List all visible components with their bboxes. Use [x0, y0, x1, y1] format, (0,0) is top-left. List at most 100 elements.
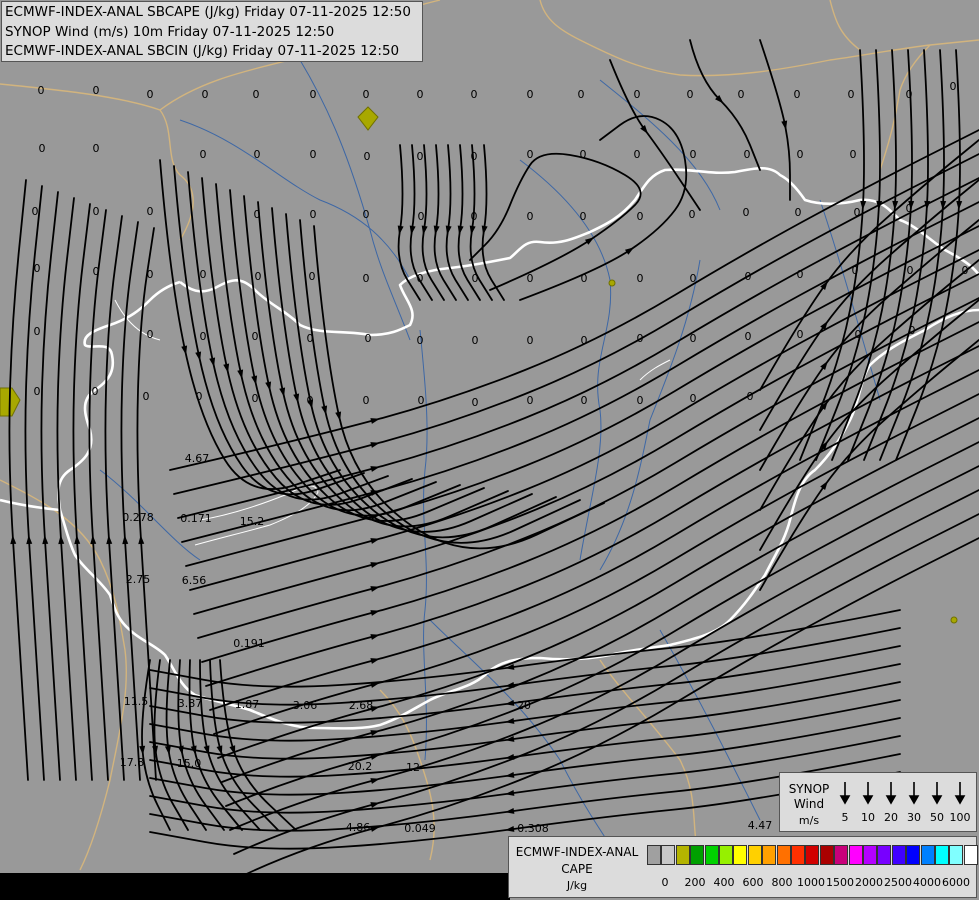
- cin-value-label: 0: [93, 84, 100, 97]
- cin-value-label: 0: [34, 325, 41, 338]
- cin-value-label: 0: [200, 148, 207, 161]
- cin-value-label: 0: [906, 88, 913, 101]
- cin-value-label: 0: [527, 210, 534, 223]
- cin-value-label: 0: [417, 272, 424, 285]
- cin-value-label: 0: [689, 208, 696, 221]
- cin-value-label: 0: [417, 150, 424, 163]
- cin-value-label: 0: [147, 268, 154, 281]
- cin-value-label: 0: [852, 264, 859, 277]
- cape-color-swatch: [891, 845, 906, 865]
- cin-value-label: 0: [418, 210, 425, 223]
- cin-value-label: 3.06: [293, 699, 318, 712]
- cin-value-label: 0: [309, 270, 316, 283]
- cin-value-label: 0: [364, 150, 371, 163]
- cin-value-label: 0: [797, 148, 804, 161]
- cape-color-swatch: [675, 845, 690, 865]
- cin-value-label: 0: [797, 268, 804, 281]
- cin-value-label: 6.56: [182, 574, 207, 587]
- cin-value-label: 0: [310, 148, 317, 161]
- cin-value-label: 0: [580, 210, 587, 223]
- cin-value-label: 0: [854, 206, 861, 219]
- cin-value-label: 0: [637, 332, 644, 345]
- cin-value-label: 17.8: [120, 756, 145, 769]
- cin-value-label: 0: [634, 148, 641, 161]
- cin-value-label: 0: [850, 148, 857, 161]
- synop-speed-label: 100: [949, 811, 971, 824]
- cin-value-label: 0: [472, 396, 479, 409]
- cape-color-swatch: [834, 845, 849, 865]
- cin-value-label: 0: [794, 88, 801, 101]
- cin-value-label: 15.0: [177, 757, 202, 770]
- cin-value-label: 0: [255, 270, 262, 283]
- cin-value-label: 0: [527, 272, 534, 285]
- synop-speed-label: 20: [884, 811, 898, 824]
- cape-legend: ECMWF-INDEX-ANAL CAPE J/kg 0 200 400 600 800…: [508, 836, 978, 898]
- cin-value-label: 0.191: [233, 637, 265, 650]
- cape-tick-label: 6000: [942, 876, 970, 889]
- cin-value-label: 0: [252, 392, 259, 405]
- cin-value-label: 11.5: [124, 695, 149, 708]
- cin-value-label: 0: [200, 268, 207, 281]
- cape-color-swatch: [791, 845, 805, 865]
- cin-value-label: 0: [147, 328, 154, 341]
- title-line-sbcin: ECMWF-INDEX-ANAL SBCIN (J/kg) Friday 07-…: [5, 43, 400, 59]
- title-box: ECMWF-INDEX-ANAL SBCAPE (J/kg) Friday 07…: [1, 1, 423, 62]
- cin-value-label: 0: [147, 88, 154, 101]
- cape-color-swatch: [733, 845, 748, 865]
- cin-value-label: 3.87: [178, 697, 203, 710]
- cape-color-swatch: [747, 845, 762, 865]
- cin-value-label: 0: [363, 272, 370, 285]
- cin-value-label: 0: [690, 272, 697, 285]
- cin-value-label: 0: [92, 385, 99, 398]
- cin-value-label: 4.47: [748, 819, 773, 832]
- cin-value-label: 0: [962, 264, 969, 277]
- cin-value-label: 0: [848, 88, 855, 101]
- cin-value-label: 4.67: [185, 452, 210, 465]
- cape-legend-units: J/kg: [566, 879, 588, 892]
- cin-value-label: 0: [690, 332, 697, 345]
- cin-value-label: 0: [472, 272, 479, 285]
- cin-value-label: 0: [637, 394, 644, 407]
- cape-color-swatch: [776, 845, 791, 865]
- cin-value-label: 0: [743, 206, 750, 219]
- cin-value-label: 0: [471, 210, 478, 223]
- cin-value-label: 0: [253, 88, 260, 101]
- cape-color-swatch: [949, 845, 964, 865]
- cape-color-swatch: [877, 845, 892, 865]
- cin-value-label: 0: [93, 205, 100, 218]
- cin-value-label: 0.308: [517, 822, 549, 835]
- cin-value-label: 0: [38, 84, 45, 97]
- cape-color-swatch: [935, 845, 949, 865]
- weather-map: 0 0 0 0 0 0 0 0 0 0 0 0 0 0 0 0 0 0 0 0 0 0 0 0 0 0 0 0 0 0 0 0 0 0 0 0 0 0 0 0…: [0, 0, 979, 900]
- cin-value-label: 0: [795, 206, 802, 219]
- cin-value-label: 0: [527, 88, 534, 101]
- cin-value-label: 0: [637, 210, 644, 223]
- synop-speed-label: 5: [841, 811, 849, 824]
- wind-barb-icons: [839, 782, 966, 805]
- cape-legend-source: ECMWF-INDEX-ANAL: [515, 845, 639, 859]
- map-no-data-strip: [0, 873, 510, 900]
- cape-color-swatch: [690, 845, 705, 865]
- synop-legend-units: m/s: [798, 814, 820, 827]
- cin-value-label: 0: [417, 88, 424, 101]
- title-line-synop: SYNOP Wind (m/s) 10m Friday 07-11-2025 1…: [5, 24, 335, 40]
- cin-value-label: 0: [202, 88, 209, 101]
- cape-color-swatch: [704, 845, 719, 865]
- cape-color-swatch: [906, 845, 921, 865]
- cin-value-label: 0: [307, 332, 314, 345]
- cin-value-label: 0: [310, 208, 317, 221]
- cin-value-label: 0: [634, 88, 641, 101]
- cin-value-label: 0: [418, 394, 425, 407]
- synop-speed-label: 10: [861, 811, 875, 824]
- cin-value-label: 0: [200, 330, 207, 343]
- cin-value-label: 0: [39, 142, 46, 155]
- cin-value-label: 0: [745, 270, 752, 283]
- cin-value-label: 0: [472, 334, 479, 347]
- cin-value-label: 0: [906, 202, 913, 215]
- cin-value-label: 0: [471, 88, 478, 101]
- cin-value-label: 0: [527, 394, 534, 407]
- cape-color-swatch: [920, 845, 935, 865]
- cin-value-label: 20: [517, 699, 531, 712]
- cin-value-label: 0: [747, 390, 754, 403]
- cin-value-label: 0.171: [180, 512, 212, 525]
